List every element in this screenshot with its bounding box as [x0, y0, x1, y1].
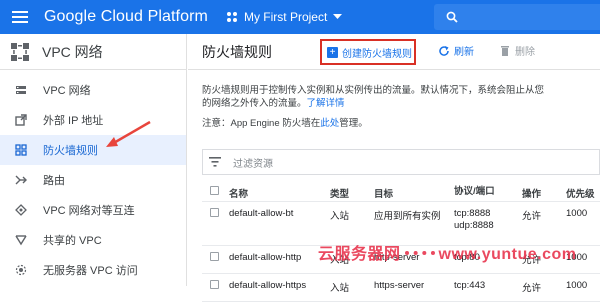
search-input[interactable] — [434, 4, 600, 30]
brand-title[interactable]: Google Cloud Platform — [44, 8, 208, 26]
serverless-icon — [15, 264, 27, 276]
routes-icon — [15, 174, 27, 186]
filter-input[interactable]: 过滤资源 — [202, 149, 600, 175]
sidebar-item-label: 路由 — [43, 175, 65, 187]
filter-placeholder: 过滤资源 — [233, 158, 273, 170]
shared-vpc-icon — [15, 234, 27, 246]
app-engine-note: 注意：App Engine 防火墙在此处管理。 — [202, 118, 368, 129]
rule-action: 允许 — [522, 211, 542, 222]
trash-icon — [501, 46, 509, 56]
rule-protocols: tcp:8888 udp:8888 — [454, 208, 494, 231]
watermark-dots — [404, 250, 435, 255]
create-button-label: 创建防火墙规则 — [342, 48, 412, 60]
external-ip-icon — [15, 114, 27, 126]
sidebar-item-routes[interactable]: 路由 — [0, 165, 186, 195]
row-checkbox[interactable] — [210, 280, 219, 289]
rule-type: 入站 — [330, 283, 350, 294]
row-checkbox[interactable] — [210, 208, 219, 217]
rule-target: 应用到所有实例 — [374, 211, 441, 222]
sidebar-item-peering[interactable]: VPC 网络对等互连 — [0, 195, 186, 225]
search-icon — [446, 11, 458, 23]
sidebar-item-shared-vpc[interactable]: 共享的 VPC — [0, 225, 186, 255]
table-row: default-allow-https 入站 https-server tcp:… — [202, 274, 600, 302]
sidebar-item-label: 共享的 VPC — [43, 235, 102, 247]
refresh-label: 刷新 — [454, 47, 474, 58]
rule-type: 入站 — [330, 211, 350, 222]
project-name: My First Project — [243, 10, 328, 24]
sidebar-item-label: VPC 网络对等互连 — [43, 205, 135, 217]
sidebar-item-label: 防火墙规则 — [43, 145, 98, 157]
chevron-down-icon — [333, 14, 343, 19]
row-checkbox[interactable] — [210, 252, 219, 261]
rule-protocols: tcp:443 — [454, 280, 486, 291]
rule-priority: 1000 — [566, 208, 588, 219]
watermark: 云服务器网 www.yuntue.com — [318, 246, 577, 263]
sidebar-item-external-ip[interactable]: 外部 IP 地址 — [0, 105, 186, 135]
rule-name-link[interactable]: default-allow-bt — [229, 208, 293, 219]
create-firewall-rule-button[interactable]: + 创建防火墙规则 — [320, 39, 416, 65]
top-app-bar: Google Cloud Platform My First Project — [0, 0, 600, 34]
sidebar-item-label: VPC 网络 — [43, 85, 91, 97]
sidebar-item-serverless[interactable]: 无服务器 VPC 访问 — [0, 255, 186, 285]
sidebar-item-label: 无服务器 VPC 访问 — [43, 265, 138, 277]
here-link[interactable]: 此处 — [320, 118, 339, 129]
page-description: 防火墙规则用于控制传入实例和从实例传出的流量。默认情况下，系统会阻止从您 的网络… — [202, 85, 545, 109]
col-header-proto[interactable]: 协议/端口 — [454, 186, 495, 198]
col-header-target[interactable]: 目标 — [374, 186, 393, 200]
filter-icon — [209, 157, 221, 167]
firewall-icon — [15, 144, 27, 156]
learn-more-link[interactable]: 了解详情 — [307, 98, 345, 109]
annotation-arrow-icon — [106, 120, 151, 147]
table-header-row: 名称 类型 目标 协议/端口 操作 优先级 — [202, 182, 600, 202]
refresh-button[interactable]: 刷新 — [438, 43, 474, 58]
col-header-name[interactable]: 名称 — [229, 186, 248, 200]
page-title: 防火墙规则 — [202, 43, 272, 60]
rule-action: 允许 — [522, 283, 542, 294]
select-all-checkbox[interactable] — [210, 186, 219, 195]
refresh-icon — [439, 45, 449, 56]
vpc-network-icon — [15, 84, 27, 96]
sidebar-item-label: 外部 IP 地址 — [43, 115, 104, 127]
peering-icon — [15, 204, 27, 216]
add-icon: + — [327, 46, 338, 58]
col-header-priority[interactable]: 优先级 — [566, 186, 595, 200]
project-selector[interactable]: My First Project — [226, 10, 343, 24]
delete-label: 删除 — [515, 47, 535, 58]
sidebar-item-firewall[interactable]: 防火墙规则 — [0, 135, 186, 165]
col-header-type[interactable]: 类型 — [330, 186, 349, 200]
vpc-product-icon — [11, 42, 29, 61]
delete-button[interactable]: 删除 — [500, 43, 535, 58]
sidebar-title: VPC 网络 — [42, 43, 103, 60]
sidebar-header: VPC 网络 — [0, 34, 186, 70]
rule-name-link[interactable]: default-allow-http — [229, 252, 301, 263]
menu-icon[interactable] — [0, 0, 40, 34]
sidebar-item-vpc-network[interactable]: VPC 网络 — [0, 75, 186, 105]
col-header-action[interactable]: 操作 — [522, 186, 541, 200]
project-icon — [226, 12, 237, 22]
sidebar: VPC 网络 VPC 网络 外部 IP 地址 防火墙规则 路由 VPC 网络对等… — [0, 34, 187, 286]
